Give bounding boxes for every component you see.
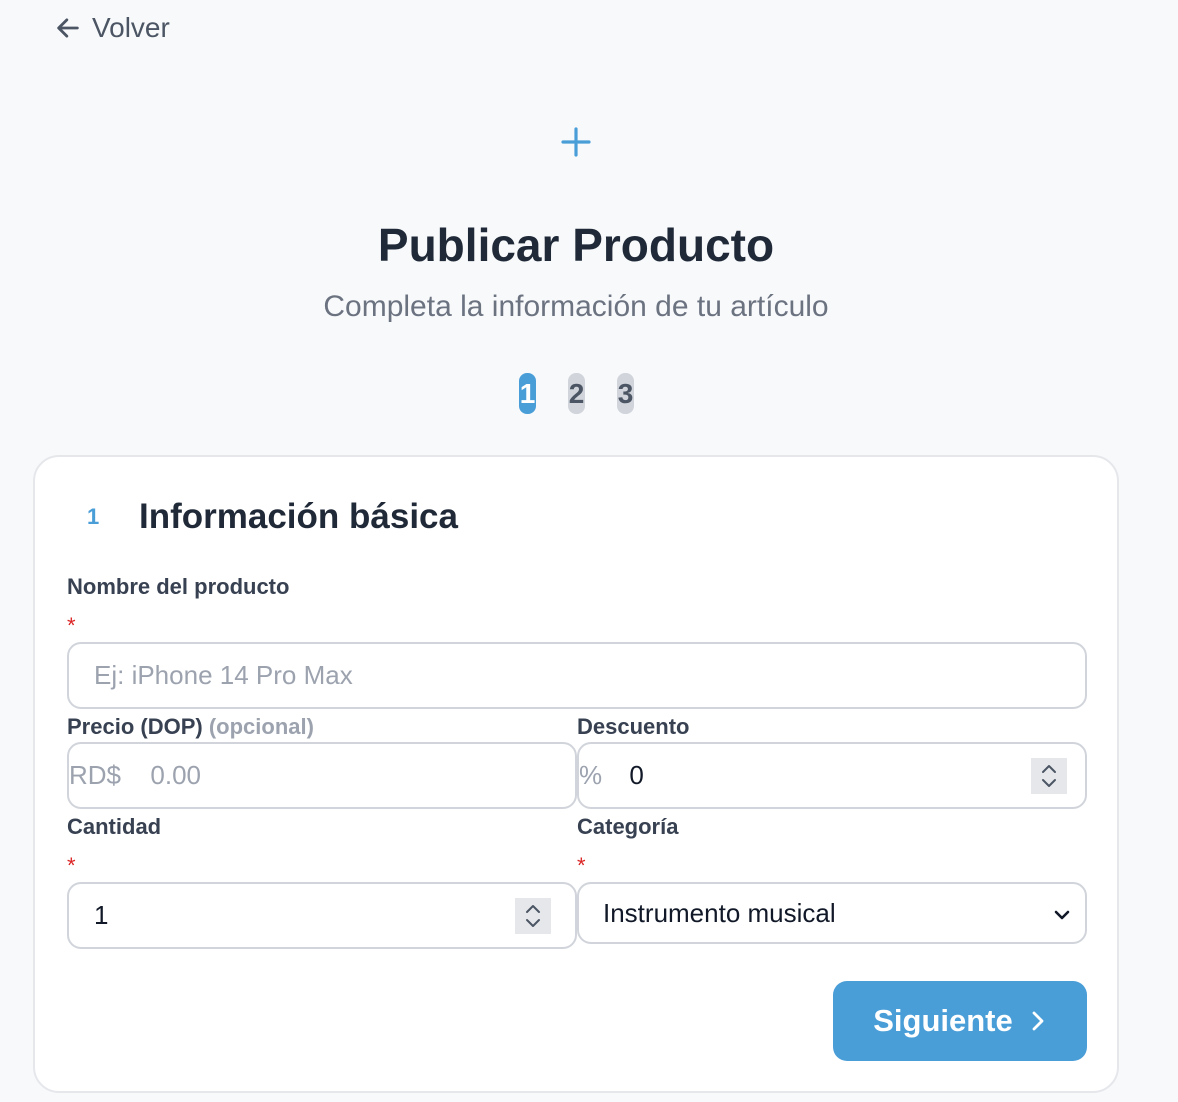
category-field[interactable]: Instrumento musical — [577, 882, 1087, 944]
quantity-field — [67, 882, 577, 949]
section-title: Información básica — [139, 497, 458, 536]
step-1[interactable]: 1 — [519, 373, 536, 414]
price-input[interactable] — [150, 760, 575, 791]
spinner-arrows-icon — [1042, 765, 1056, 787]
step-2[interactable]: 2 — [568, 373, 585, 414]
quantity-spinner[interactable] — [515, 898, 551, 934]
quantity-input[interactable] — [94, 900, 575, 931]
name-input[interactable] — [94, 660, 1085, 691]
page-title: Publicar Producto — [377, 219, 775, 271]
name-label: Nombre del producto — [67, 574, 290, 599]
category-selected: Instrumento musical — [603, 897, 836, 928]
category-label: Categoría — [577, 814, 679, 839]
discount-label: Descuento — [577, 714, 690, 739]
price-prefix: RD$ — [69, 760, 122, 790]
price-label-text: Precio (DOP) — [67, 714, 203, 739]
price-optional-text: (opcional) — [208, 714, 314, 739]
back-label: Volver — [92, 12, 170, 43]
back-link[interactable]: Volver — [54, 12, 170, 44]
discount-prefix: % — [579, 760, 603, 790]
quantity-required-mark: * — [67, 853, 76, 878]
price-field: RD$ — [67, 742, 577, 809]
discount-input[interactable] — [629, 760, 1085, 791]
chevron-right-icon — [1032, 1011, 1044, 1031]
quantity-label: Cantidad — [67, 814, 162, 839]
step-indicator: 1 2 3 — [519, 373, 634, 414]
next-button[interactable]: Siguiente — [833, 981, 1087, 1061]
step-3[interactable]: 3 — [617, 373, 634, 414]
chevron-down-icon — [1054, 910, 1070, 920]
name-required-mark: * — [67, 613, 76, 638]
category-required-mark: * — [577, 853, 586, 878]
section-number: 1 — [87, 504, 100, 529]
plus-icon — [561, 127, 591, 157]
spinner-arrows-icon — [526, 905, 540, 927]
name-field — [67, 642, 1087, 709]
form-card: 1 Información básica Nombre del producto… — [33, 455, 1119, 1093]
discount-field: % — [577, 742, 1087, 809]
section-header: 1 Información básica — [87, 497, 458, 537]
price-label: Precio (DOP) (opcional) — [67, 714, 314, 740]
next-label: Siguiente — [873, 1003, 1013, 1038]
arrow-left-icon — [57, 18, 79, 38]
discount-spinner[interactable] — [1031, 758, 1067, 794]
page-subtitle: Completa la información de tu artículo — [323, 290, 829, 323]
